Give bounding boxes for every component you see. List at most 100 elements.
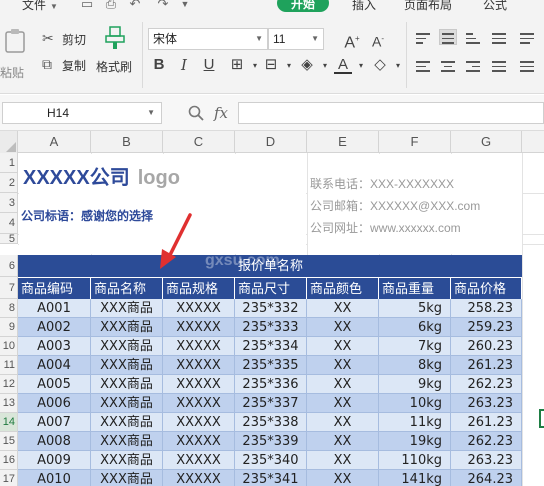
- row-header-active[interactable]: 14: [0, 413, 18, 432]
- product-color-cell[interactable]: XX: [307, 451, 379, 470]
- product-code-cell[interactable]: A009: [18, 451, 91, 470]
- product-code-cell[interactable]: A006: [18, 394, 91, 413]
- product-weight-cell[interactable]: 110kg: [379, 451, 451, 470]
- font-color-icon[interactable]: A: [334, 56, 352, 74]
- row-header[interactable]: 8: [0, 299, 18, 318]
- chevron-down-icon[interactable]: ▾: [389, 57, 407, 75]
- row-header[interactable]: 3: [0, 193, 18, 213]
- row-header[interactable]: 10: [0, 337, 18, 356]
- product-size-cell[interactable]: 235*339: [235, 432, 307, 451]
- product-spec-cell[interactable]: XXXXX: [163, 375, 235, 394]
- cut-button[interactable]: ✂ 剪切: [40, 30, 92, 48]
- row-header[interactable]: 6: [0, 255, 18, 277]
- column-header-g[interactable]: G: [451, 131, 522, 153]
- product-spec-cell[interactable]: XXXXX: [163, 451, 235, 470]
- product-weight-cell[interactable]: 5kg: [379, 299, 451, 318]
- chevron-down-icon[interactable]: ▾: [352, 57, 370, 75]
- tab-page-layout[interactable]: 页面布局: [404, 0, 452, 13]
- row-header[interactable]: 12: [0, 375, 18, 394]
- column-header-b[interactable]: B: [91, 131, 163, 153]
- product-color-cell[interactable]: XX: [307, 432, 379, 451]
- zoom-icon[interactable]: [188, 105, 204, 121]
- product-size-cell[interactable]: 235*336: [235, 375, 307, 394]
- product-weight-cell[interactable]: 6kg: [379, 318, 451, 337]
- bold-icon[interactable]: B: [150, 56, 168, 74]
- row-header[interactable]: 2: [0, 173, 18, 193]
- product-size-cell[interactable]: 235*332: [235, 299, 307, 318]
- tab-formula[interactable]: 公式: [483, 0, 507, 13]
- orientation-icon[interactable]: [490, 30, 508, 46]
- column-header-d[interactable]: D: [235, 131, 307, 153]
- underline-icon[interactable]: U: [200, 56, 218, 74]
- product-color-cell[interactable]: XX: [307, 394, 379, 413]
- product-price-cell[interactable]: 260.23: [451, 337, 522, 356]
- product-price-cell[interactable]: 263.23: [451, 451, 522, 470]
- spreadsheet-grid[interactable]: A B C D E F G 1 2 3 4 5 6 7 8 9 10 11 12…: [0, 131, 544, 486]
- product-color-cell[interactable]: XX: [307, 356, 379, 375]
- align-middle-icon[interactable]: [439, 29, 457, 45]
- fill-color-icon[interactable]: ◈: [298, 56, 316, 74]
- product-size-cell[interactable]: 235*334: [235, 337, 307, 356]
- product-name-cell[interactable]: XXX商品: [91, 432, 163, 451]
- chevron-down-icon[interactable]: ▾: [280, 57, 298, 75]
- row-header[interactable]: 7: [0, 277, 18, 299]
- decrease-font-icon[interactable]: A-: [369, 30, 387, 50]
- product-weight-cell[interactable]: 7kg: [379, 337, 451, 356]
- borders-icon[interactable]: ⊞: [228, 56, 246, 74]
- product-size-cell[interactable]: 235*335: [235, 356, 307, 375]
- product-weight-cell[interactable]: 8kg: [379, 356, 451, 375]
- product-code-cell[interactable]: A004: [18, 356, 91, 375]
- product-name-cell[interactable]: XXX商品: [91, 375, 163, 394]
- product-price-cell[interactable]: 264.23: [451, 470, 522, 486]
- product-name-cell[interactable]: XXX商品: [91, 470, 163, 486]
- column-header-e[interactable]: E: [307, 131, 379, 153]
- product-color-cell[interactable]: XX: [307, 337, 379, 356]
- product-name-cell[interactable]: XXX商品: [91, 299, 163, 318]
- distributed-align-icon[interactable]: [518, 58, 536, 74]
- row-header[interactable]: 15: [0, 432, 18, 451]
- product-weight-cell[interactable]: 9kg: [379, 375, 451, 394]
- product-weight-cell[interactable]: 11kg: [379, 413, 451, 432]
- increase-font-icon[interactable]: A+: [343, 30, 361, 51]
- row-header[interactable]: 17: [0, 470, 18, 486]
- row-header[interactable]: 9: [0, 318, 18, 337]
- product-spec-cell[interactable]: XXXXX: [163, 432, 235, 451]
- product-spec-cell[interactable]: XXXXX: [163, 394, 235, 413]
- product-size-cell[interactable]: 235*341: [235, 470, 307, 486]
- product-spec-cell[interactable]: XXXXX: [163, 318, 235, 337]
- row-header[interactable]: 16: [0, 451, 18, 470]
- product-size-cell[interactable]: 235*338: [235, 413, 307, 432]
- product-code-cell[interactable]: A001: [18, 299, 91, 318]
- product-name-cell[interactable]: XXX商品: [91, 318, 163, 337]
- product-price-cell[interactable]: 259.23: [451, 318, 522, 337]
- justify-icon[interactable]: [490, 58, 508, 74]
- chevron-down-icon[interactable]: ▾: [316, 57, 334, 75]
- product-size-cell[interactable]: 235*333: [235, 318, 307, 337]
- product-spec-cell[interactable]: XXXXX: [163, 299, 235, 318]
- row-header[interactable]: 13: [0, 394, 18, 413]
- product-price-cell[interactable]: 258.23: [451, 299, 522, 318]
- selected-cell-h14[interactable]: [539, 409, 544, 428]
- product-color-cell[interactable]: XX: [307, 470, 379, 486]
- product-color-cell[interactable]: XX: [307, 413, 379, 432]
- align-top-icon[interactable]: [414, 30, 432, 46]
- product-price-cell[interactable]: 262.23: [451, 432, 522, 451]
- align-bottom-icon[interactable]: [464, 30, 482, 46]
- product-spec-cell[interactable]: XXXXX: [163, 337, 235, 356]
- product-spec-cell[interactable]: XXXXX: [163, 356, 235, 375]
- select-all-corner[interactable]: [0, 131, 18, 153]
- product-code-cell[interactable]: A008: [18, 432, 91, 451]
- product-spec-cell[interactable]: XXXXX: [163, 413, 235, 432]
- font-name-select[interactable]: 宋体 ▼: [148, 28, 268, 50]
- product-color-cell[interactable]: XX: [307, 375, 379, 394]
- copy-button[interactable]: ⧉ 复制: [40, 56, 92, 74]
- tab-insert[interactable]: 插入: [352, 0, 376, 13]
- product-size-cell[interactable]: 235*337: [235, 394, 307, 413]
- product-price-cell[interactable]: 263.23: [451, 394, 522, 413]
- format-painter-button[interactable]: 格式刷: [94, 24, 136, 80]
- redo-icon[interactable]: ↷: [156, 0, 170, 11]
- product-name-cell[interactable]: XXX商品: [91, 337, 163, 356]
- column-header-h[interactable]: [522, 131, 544, 153]
- product-size-cell[interactable]: 235*340: [235, 451, 307, 470]
- paste-button[interactable]: 粘贴: [0, 20, 30, 80]
